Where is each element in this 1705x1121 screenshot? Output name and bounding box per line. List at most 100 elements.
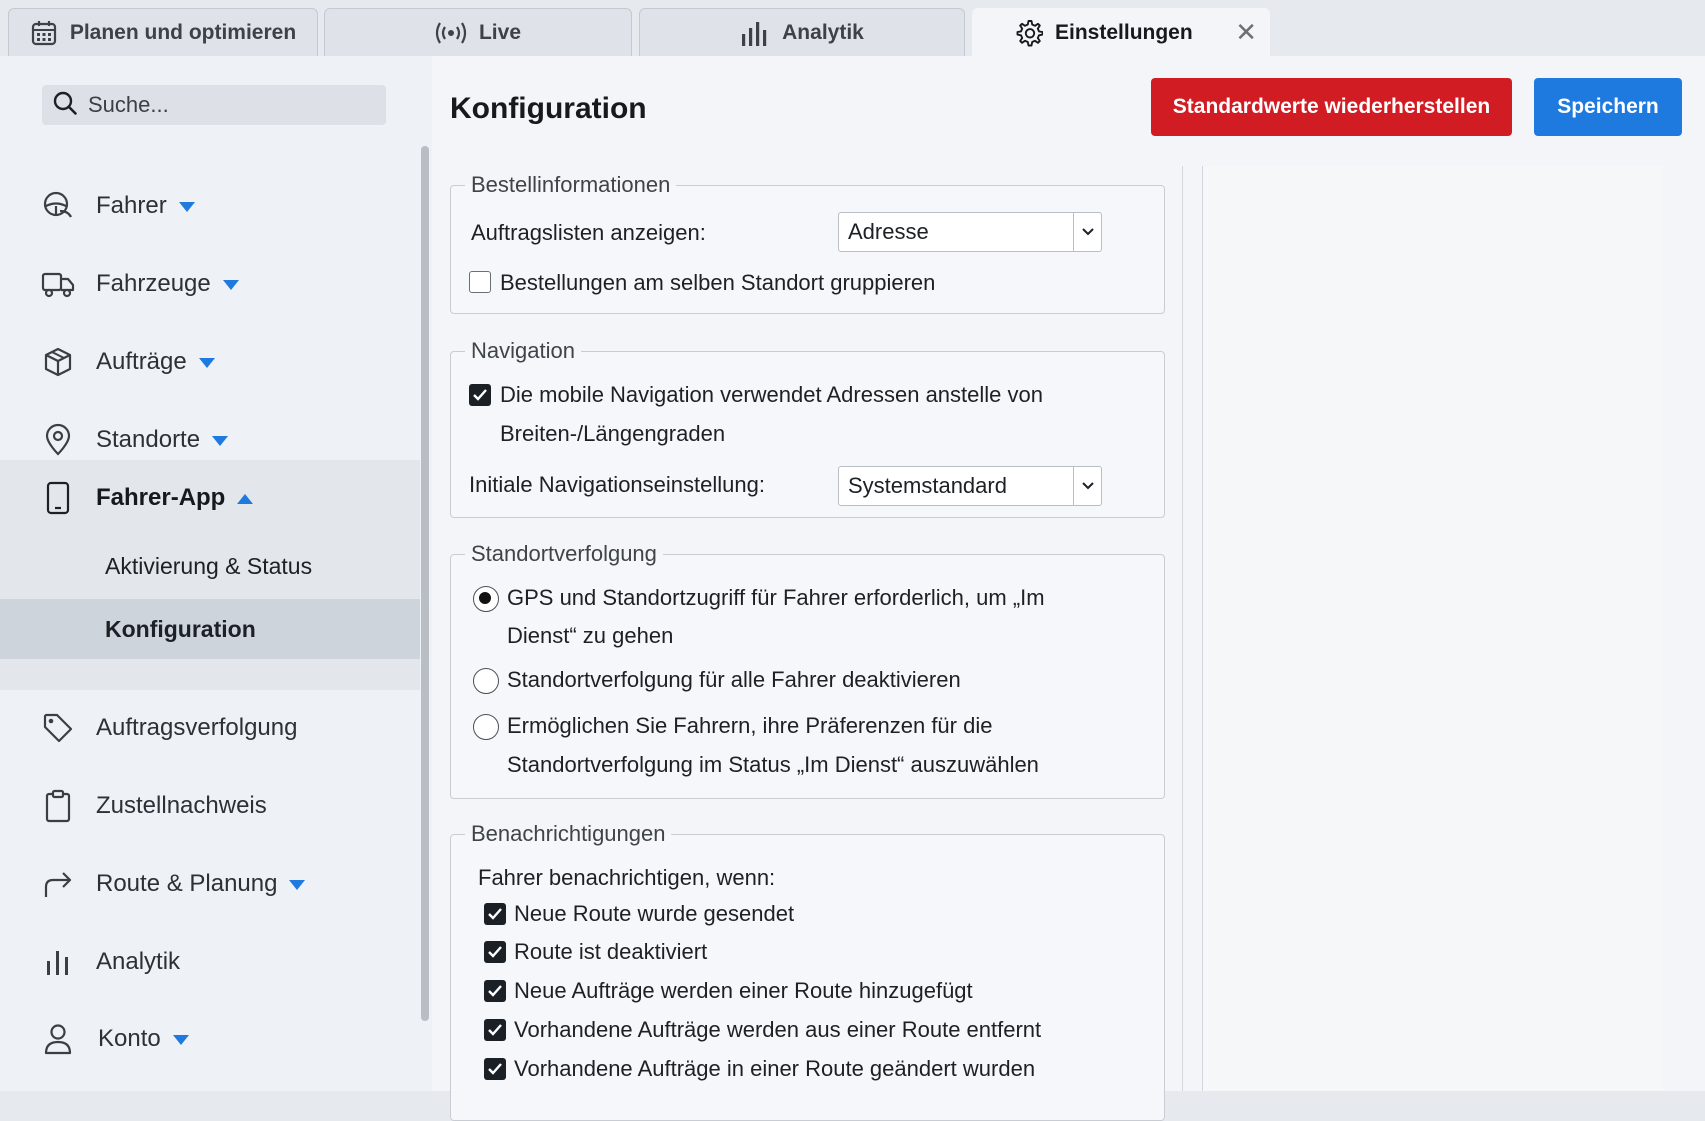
initial-nav-select[interactable]: Systemstandard xyxy=(838,466,1102,506)
search-input[interactable] xyxy=(88,92,378,118)
main-content: Konfiguration Standardwerte wiederherste… xyxy=(432,56,1705,1121)
right-pane xyxy=(1203,166,1663,1091)
package-icon xyxy=(40,344,76,380)
notify-option-label: Vorhandene Aufträge werden aus einer Rou… xyxy=(514,1017,1042,1042)
close-tab-icon[interactable]: ✕ xyxy=(1235,19,1257,45)
save-button[interactable]: Speichern xyxy=(1534,78,1682,136)
sidebar: Fahrer Fahrzeuge Aufträge Standorte Fahr… xyxy=(0,56,432,1091)
sidebar-item-label: Fahrzeuge xyxy=(96,270,239,298)
tab-label: Planen und optimieren xyxy=(69,20,297,44)
tracking-option-required-radio[interactable] xyxy=(473,586,499,612)
sidebar-subitem-konfiguration[interactable]: Konfiguration xyxy=(0,599,420,659)
tracking-option-disable-radio[interactable] xyxy=(473,668,499,694)
order-list-select[interactable]: Adresse xyxy=(838,212,1102,252)
sidebar-item-route-planung[interactable]: Route & Planung xyxy=(0,846,420,922)
sidebar-item-label: Fahrer-App xyxy=(96,484,254,512)
sidebar-subitem-label: Aktivierung & Status xyxy=(105,552,313,579)
sidebar-item-konto[interactable]: Konto xyxy=(0,1001,420,1077)
notifications-intro: Fahrer benachrichtigen, wenn: xyxy=(478,865,776,890)
notify-option-label: Vorhandene Aufträge in einer Route geänd… xyxy=(514,1056,1036,1081)
sidebar-scrollbar[interactable] xyxy=(421,146,429,1021)
search-box[interactable] xyxy=(42,85,386,125)
notify-option-label: Neue Aufträge werden einer Route hinzuge… xyxy=(514,978,973,1003)
sidebar-item-fahrer[interactable]: Fahrer xyxy=(0,168,420,244)
initial-nav-label: Initiale Navigationseinstellung: xyxy=(469,472,765,497)
sidebar-item-auftraege[interactable]: Aufträge xyxy=(0,324,420,400)
page-title: Konfiguration xyxy=(450,92,647,125)
phone-icon xyxy=(40,480,76,516)
notify-orders-added-checkbox[interactable] xyxy=(484,980,506,1002)
notify-option-label: Neue Route wurde gesendet xyxy=(514,901,795,926)
tracking-option-label-cont: Standortverfolgung im Status „Im Dienst“… xyxy=(507,752,1039,777)
caret-down-icon xyxy=(289,879,306,890)
caret-down-icon xyxy=(172,1034,189,1045)
sidebar-item-label: Zustellnachweis xyxy=(96,792,267,819)
sidebar-item-label: Route & Planung xyxy=(96,870,306,898)
sidebar-item-analytik[interactable]: Analytik xyxy=(0,924,420,1000)
caret-down-icon xyxy=(212,435,229,446)
sidebar-item-label: Analytik xyxy=(96,948,181,975)
mobile-nav-address-label-cont: Breiten-/Längengraden xyxy=(500,421,726,446)
tracking-option-label: GPS und Standortzugriff für Fahrer erfor… xyxy=(507,585,1045,610)
chevron-down-icon xyxy=(1073,467,1101,505)
initial-nav-value: Systemstandard xyxy=(848,473,1007,498)
notify-orders-removed-checkbox[interactable] xyxy=(484,1019,506,1041)
route-arrow-icon xyxy=(40,866,76,902)
caret-up-icon xyxy=(237,493,254,504)
order-list-value: Adresse xyxy=(848,219,929,244)
gear-icon xyxy=(1015,19,1043,47)
sidebar-item-auftragsverfolgung[interactable]: Auftragsverfolgung xyxy=(0,690,420,766)
sidebar-item-label: Auftragsverfolgung xyxy=(96,714,298,741)
group-orders-label: Bestellungen am selben Standort gruppier… xyxy=(500,270,936,295)
column-divider xyxy=(1182,166,1183,1091)
tab-label: Live xyxy=(478,20,522,44)
tracking-option-driver-choice-radio[interactable] xyxy=(473,714,499,740)
tracking-legend: Standortverfolgung xyxy=(471,541,657,566)
mobile-nav-address-label: Die mobile Navigation verwendet Adressen… xyxy=(500,382,1043,407)
tab-live[interactable]: Live xyxy=(324,8,632,56)
clipboard-icon xyxy=(40,788,76,824)
tab-planen[interactable]: Planen und optimieren xyxy=(8,8,318,56)
sidebar-item-label: Aufträge xyxy=(96,348,215,376)
tab-einstellungen[interactable]: Einstellungen ✕ xyxy=(972,8,1270,56)
tab-label: Einstellungen xyxy=(1055,20,1193,44)
steering-wheel-icon xyxy=(40,188,76,224)
tab-analytik[interactable]: Analytik xyxy=(639,8,965,56)
caret-down-icon xyxy=(198,357,215,368)
notify-route-deactivated-checkbox[interactable] xyxy=(484,941,506,963)
sidebar-subitem-aktivierung[interactable]: Aktivierung & Status xyxy=(0,536,420,596)
mobile-nav-address-checkbox[interactable] xyxy=(469,384,491,406)
group-orders-checkbox[interactable] xyxy=(469,271,491,293)
notify-orders-changed-checkbox[interactable] xyxy=(484,1058,506,1080)
search-icon xyxy=(52,90,78,121)
notify-option-label: Route ist deaktiviert xyxy=(514,939,708,964)
bar-chart-icon xyxy=(740,20,770,46)
map-pin-icon xyxy=(40,422,76,458)
tracking-option-label: Standortverfolgung für alle Fahrer deakt… xyxy=(507,667,961,692)
notifications-legend: Benachrichtigungen xyxy=(471,821,666,846)
restore-defaults-button[interactable]: Standardwerte wiederherstellen xyxy=(1151,78,1512,136)
bar-chart-icon xyxy=(40,944,76,980)
sidebar-item-zustellnachweis[interactable]: Zustellnachweis xyxy=(0,768,420,844)
tab-label: Analytik xyxy=(782,20,864,44)
tag-icon xyxy=(40,710,76,746)
sidebar-item-label: Standorte xyxy=(96,426,229,454)
tracking-option-label: Ermöglichen Sie Fahrern, ihre Präferenze… xyxy=(507,713,993,738)
tracking-option-label-cont: Dienst“ zu gehen xyxy=(507,623,674,648)
order-list-label: Auftragslisten anzeigen: xyxy=(471,220,706,245)
notify-new-route-checkbox[interactable] xyxy=(484,903,506,925)
user-icon xyxy=(40,1021,76,1057)
tab-bar: Planen und optimieren Live Analytik Eins… xyxy=(0,0,1705,56)
broadcast-icon xyxy=(435,20,467,46)
sidebar-item-fahrer-app[interactable]: Fahrer-App xyxy=(0,460,420,536)
sidebar-item-fahrzeuge[interactable]: Fahrzeuge xyxy=(0,246,420,322)
sidebar-item-label: Konto xyxy=(98,1025,189,1053)
sidebar-subitem-label: Konfiguration xyxy=(105,615,256,642)
caret-down-icon xyxy=(222,279,239,290)
caret-down-icon xyxy=(178,201,195,212)
orders-legend: Bestellinformationen xyxy=(471,172,671,197)
truck-icon xyxy=(40,266,76,302)
calendar-icon xyxy=(30,19,58,47)
chevron-down-icon xyxy=(1073,213,1101,251)
sidebar-item-label: Fahrer xyxy=(96,192,195,220)
